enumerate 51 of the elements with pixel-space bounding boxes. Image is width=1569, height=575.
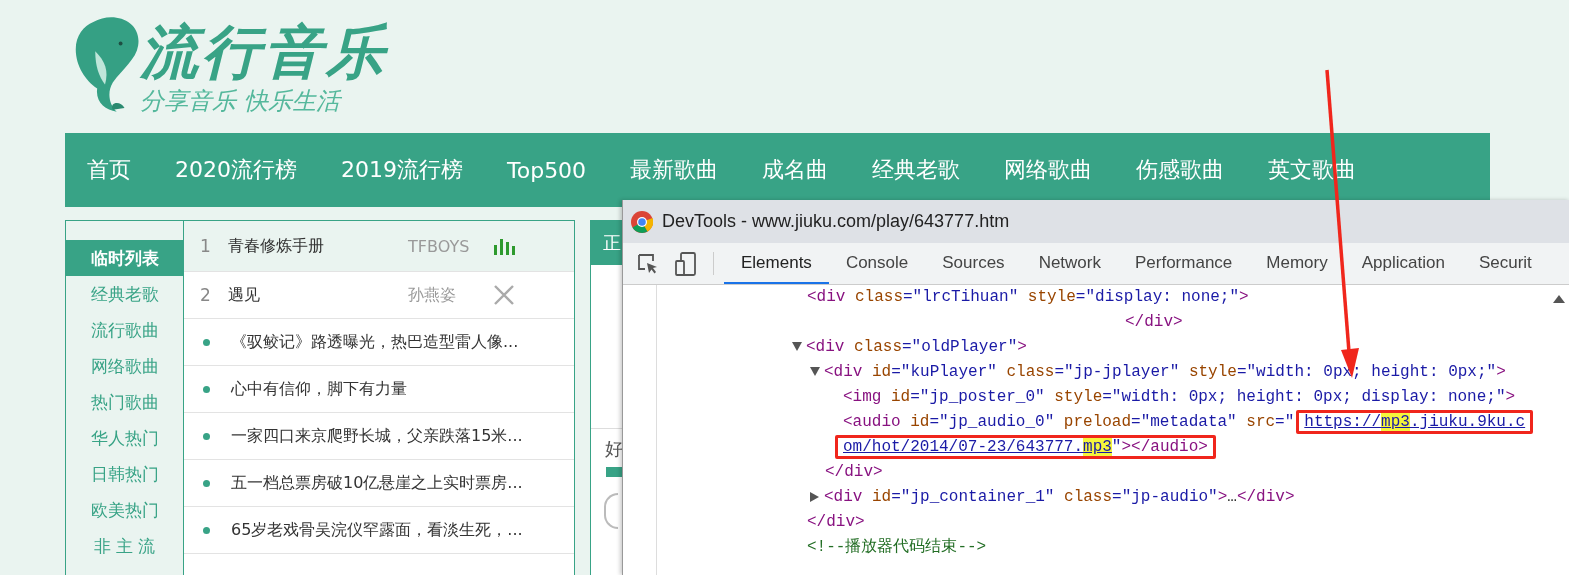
list-row[interactable]: 65岁老戏骨吴浣仪罕露面，看淡生死，... <box>184 507 574 554</box>
code-line[interactable]: </div> <box>657 510 1548 535</box>
bullet-dot <box>203 385 210 393</box>
list-row[interactable]: 五一档总票房破10亿悬崖之上实时票房... <box>184 460 574 507</box>
code-comment[interactable]: <!--播放器代码结束--> <box>657 535 1548 560</box>
code-line[interactable]: </div> <box>657 310 1548 335</box>
news-headline: 《驭鲛记》路透曝光，热巴造型雷人像... <box>231 331 519 353</box>
code-line[interactable]: <div class="oldPlayer"> <box>657 335 1548 360</box>
artist-name: 孙燕姿 <box>408 284 457 306</box>
code-line[interactable]: <div id="jp_container_1" class="jp-audio">…</div> <box>657 485 1548 510</box>
inspect-cursor-icon[interactable] <box>637 252 659 275</box>
scroll-up-icon[interactable] <box>1553 295 1565 303</box>
search-highlight: mp3 <box>1381 413 1410 431</box>
bullet-dot <box>203 338 210 346</box>
expand-triangle-icon[interactable] <box>810 491 819 502</box>
news-headline: 一家四口来京爬野长城，父亲跌落15米... <box>231 425 523 447</box>
site-slogan: 分享音乐 快乐生活 <box>140 86 343 116</box>
artist-name: TFBOYS <box>408 236 471 256</box>
expand-triangle-icon[interactable] <box>792 342 802 352</box>
list-row[interactable]: 一家四口来京爬野长城，父亲跌落15米... <box>184 413 574 460</box>
news-headline: 五一档总票房破10亿悬崖之上实时票房... <box>231 472 523 494</box>
devtools-tab[interactable]: Console <box>828 243 926 284</box>
devtools-tab[interactable]: Elements <box>724 243 829 284</box>
bullet-dot <box>203 526 210 534</box>
list-row[interactable]: 2 遇见 孙燕姿 <box>184 272 574 319</box>
devtools-tab[interactable]: Performance <box>1118 243 1250 284</box>
expand-triangle-icon[interactable] <box>810 367 820 377</box>
news-headline: 心中有信仰，脚下有力量 <box>231 378 407 400</box>
devtools-tab[interactable]: Sources <box>925 243 1022 284</box>
code-line[interactable]: <div class="lrcTihuan" style="display: none;"> <box>657 285 1548 310</box>
list-row[interactable]: 《驭鲛记》路透曝光，热巴造型雷人像... <box>184 319 574 366</box>
round-logo-icon <box>631 210 653 233</box>
search-highlight: mp3 <box>1083 438 1112 456</box>
song-title: 青春修炼手册 <box>228 235 325 257</box>
bullet-dot <box>203 479 210 487</box>
devtools-tab[interactable]: Securit <box>1461 243 1549 284</box>
panel-label: 好 <box>604 437 624 461</box>
track-number: 1 <box>200 236 212 256</box>
track-number: 2 <box>200 285 212 305</box>
code-line[interactable]: <img id="jp_poster_0" style="width: 0px; height: 0px; display: none;"> <box>657 385 1548 410</box>
code-line[interactable]: </div> <box>657 460 1548 485</box>
devtools-tab[interactable]: Network <box>1021 243 1118 284</box>
bullet-dot <box>203 432 210 440</box>
device-toggle-icon[interactable] <box>675 251 697 276</box>
devtools-tab[interactable]: Application <box>1344 243 1462 284</box>
list-row[interactable]: 1 青春修炼手册 TFBOYS <box>184 221 574 272</box>
devtools-tab[interactable]: Memory <box>1249 243 1345 284</box>
site-title: 流行音乐 <box>140 18 388 86</box>
song-title: 遇见 <box>228 284 261 306</box>
list-row[interactable]: 心中有信仰，脚下有力量 <box>184 366 574 413</box>
news-headline: 65岁老戏骨吴浣仪罕露面，看淡生死，... <box>231 519 523 541</box>
